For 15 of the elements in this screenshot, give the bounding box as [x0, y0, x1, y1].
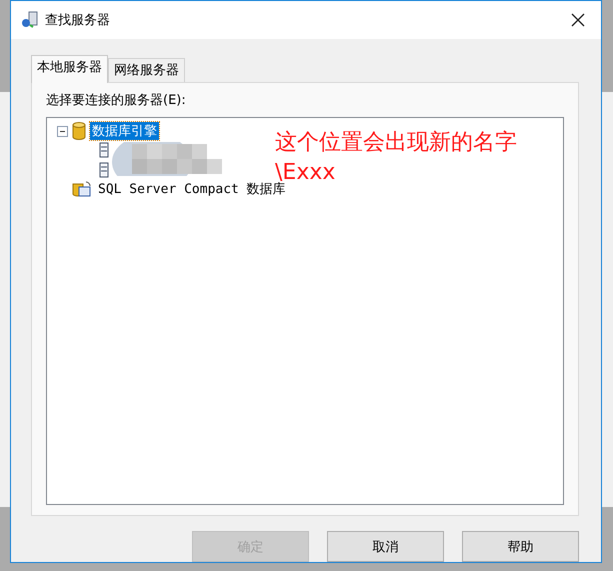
dialog-button[interactable]: 帮助: [462, 531, 579, 562]
database-icon: [72, 122, 86, 140]
database-window-icon: [72, 180, 92, 198]
server-icon: [21, 11, 39, 29]
window-title: 查找服务器: [45, 12, 111, 29]
annotation-line: 这个位置会出现新的名字: [275, 129, 517, 157]
collapse-icon[interactable]: [57, 126, 68, 136]
dialog-button[interactable]: 取消: [327, 531, 444, 562]
tab[interactable]: 本地服务器: [31, 55, 108, 83]
tree-item[interactable]: 数据库引擎: [90, 122, 159, 140]
close-icon[interactable]: [571, 13, 585, 27]
server-icon: [99, 142, 109, 158]
tab[interactable]: 网络服务器: [108, 58, 185, 82]
prompt-label: 选择要连接的服务器(E):: [46, 92, 187, 109]
server-icon: [99, 162, 109, 178]
